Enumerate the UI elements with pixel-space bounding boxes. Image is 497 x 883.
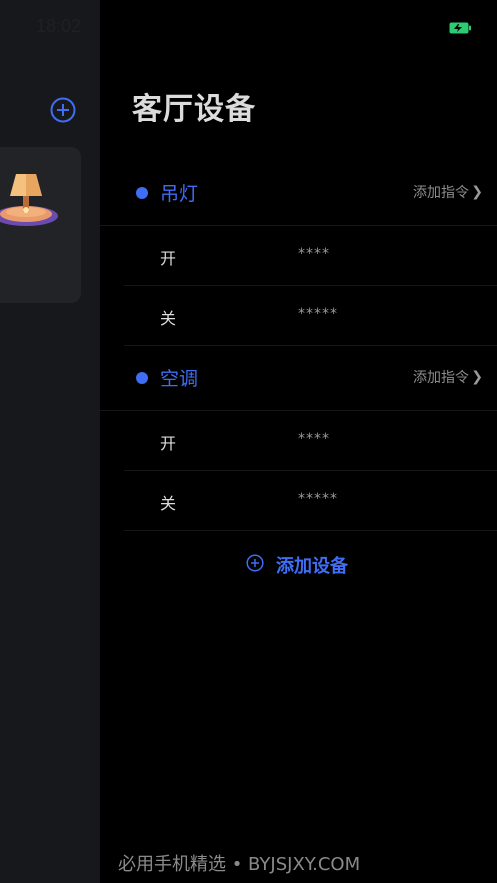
add-device-button[interactable]: 添加设备 bbox=[100, 550, 497, 580]
command-value: **** bbox=[298, 431, 330, 447]
command-value: ***** bbox=[298, 306, 338, 322]
add-scene-plus-icon[interactable] bbox=[50, 97, 76, 123]
command-label: 开 bbox=[160, 434, 177, 453]
device-name: 空调 bbox=[160, 368, 199, 390]
command-label: 关 bbox=[160, 309, 177, 328]
status-dot bbox=[136, 187, 148, 199]
watermark: 必用手机精选 • BYJSJXY.COM bbox=[118, 854, 361, 875]
device-group-header[interactable]: 空调 添加指令 ❯ bbox=[100, 346, 497, 411]
add-circle-icon bbox=[246, 554, 264, 572]
command-label: 关 bbox=[160, 494, 177, 513]
status-time: 18:02 bbox=[36, 16, 82, 36]
device-drawer: 客厅设备 吊灯 添加指令 ❯ 开 **** 关 ***** 空调 添加指令 ❯ … bbox=[100, 0, 497, 883]
command-row[interactable]: 关 ***** bbox=[124, 286, 497, 346]
command-label: 开 bbox=[160, 249, 177, 268]
command-row[interactable]: 开 **** bbox=[124, 411, 497, 471]
left-panel: 18:02 bbox=[0, 0, 100, 883]
device-group-header[interactable]: 吊灯 添加指令 ❯ bbox=[100, 161, 497, 226]
chevron-right-icon: ❯ bbox=[471, 184, 483, 200]
add-command-link[interactable]: 添加指令 bbox=[413, 182, 469, 202]
lamp-icon bbox=[0, 174, 58, 226]
chevron-right-icon: ❯ bbox=[471, 369, 483, 385]
device-name: 吊灯 bbox=[160, 183, 199, 205]
battery-icon bbox=[449, 22, 471, 34]
status-dot bbox=[136, 372, 148, 384]
add-command-link[interactable]: 添加指令 bbox=[413, 367, 469, 387]
command-row[interactable]: 开 **** bbox=[124, 226, 497, 286]
add-device-label: 添加设备 bbox=[276, 556, 348, 577]
command-value: ***** bbox=[298, 491, 338, 507]
command-value: **** bbox=[298, 246, 330, 262]
page-title: 客厅设备 bbox=[132, 92, 256, 127]
command-row[interactable]: 关 ***** bbox=[124, 471, 497, 531]
